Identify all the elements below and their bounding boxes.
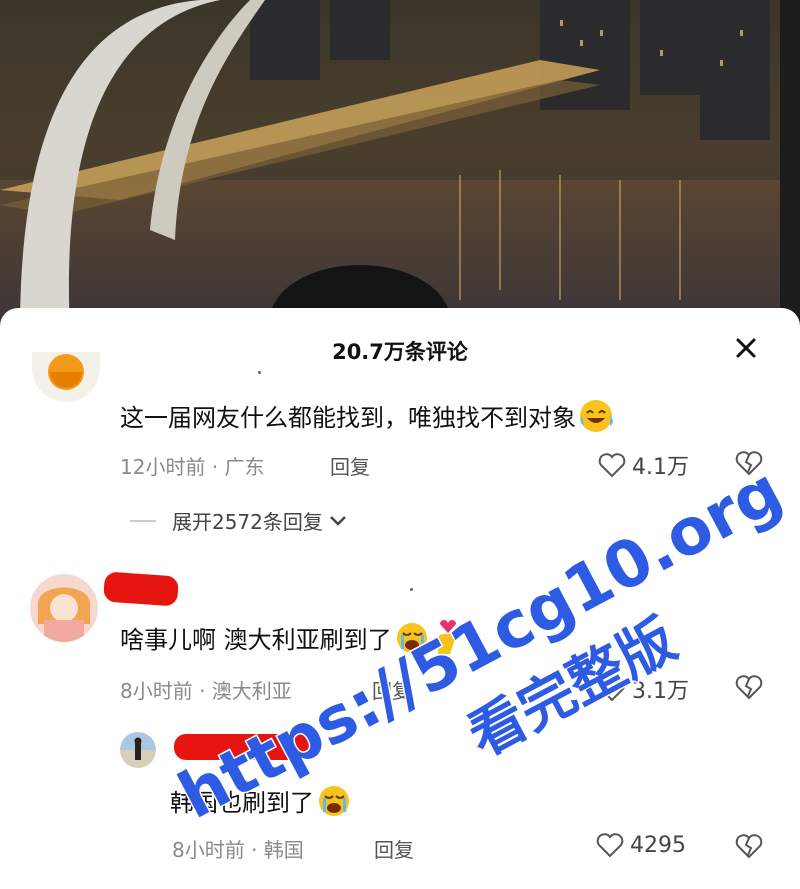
heart-icon	[596, 833, 624, 858]
heart-icon	[598, 453, 626, 478]
comment-sheet: 20.7万条评论 这一届网友什么都能找到，唯独找不到对象 12小时前 · 广东 …	[0, 308, 800, 889]
like-button[interactable]: 4.1万	[598, 449, 689, 481]
close-icon	[736, 338, 756, 358]
comment-count-title: 20.7万条评论	[332, 340, 468, 364]
expand-replies-label: 展开2572条回复	[172, 510, 323, 534]
avatar[interactable]	[30, 574, 98, 642]
comment-text: 韩国也刷到了	[170, 783, 354, 824]
comment-meta: 8小时前 · 澳大利亚	[120, 679, 292, 703]
dislike-button[interactable]	[735, 450, 763, 480]
like-count: 3.1万	[632, 679, 689, 704]
comment-meta: 8小时前 · 韩国	[172, 838, 304, 862]
close-button[interactable]	[732, 334, 760, 362]
dislike-button[interactable]	[735, 674, 763, 704]
chevron-down-icon	[330, 515, 346, 526]
like-count: 4.1万	[632, 455, 689, 480]
redacted-username	[174, 734, 314, 760]
laughing-crying-icon	[578, 398, 618, 440]
background-photo	[0, 0, 800, 330]
expand-replies-button[interactable]: 展开2572条回复	[130, 506, 349, 535]
avatar[interactable]	[120, 732, 156, 768]
comment-text: 这一届网友什么都能找到，唯独找不到对象	[120, 398, 618, 440]
redacted-username	[103, 571, 179, 607]
broken-heart-icon	[735, 675, 763, 700]
crying-icon	[394, 621, 432, 661]
comment-text: 啥事儿啊 澳大利亚刷到了	[120, 620, 462, 662]
crying-icon	[316, 784, 354, 824]
dislike-button[interactable]	[735, 833, 763, 863]
like-button[interactable]: 4295	[596, 832, 686, 858]
avatar[interactable]	[32, 352, 100, 402]
broken-heart-icon	[735, 834, 763, 859]
reply-button[interactable]: 回复	[374, 834, 414, 863]
finger-heart-icon	[432, 620, 462, 662]
heart-icon	[598, 677, 626, 702]
like-button[interactable]: 3.1万	[598, 673, 689, 705]
like-count: 4295	[630, 832, 686, 858]
comment-meta: 12小时前 · 广东	[120, 455, 265, 479]
broken-heart-icon	[735, 451, 763, 476]
reply-button[interactable]: 回复	[330, 451, 370, 480]
reply-button[interactable]: 回复	[372, 675, 412, 704]
